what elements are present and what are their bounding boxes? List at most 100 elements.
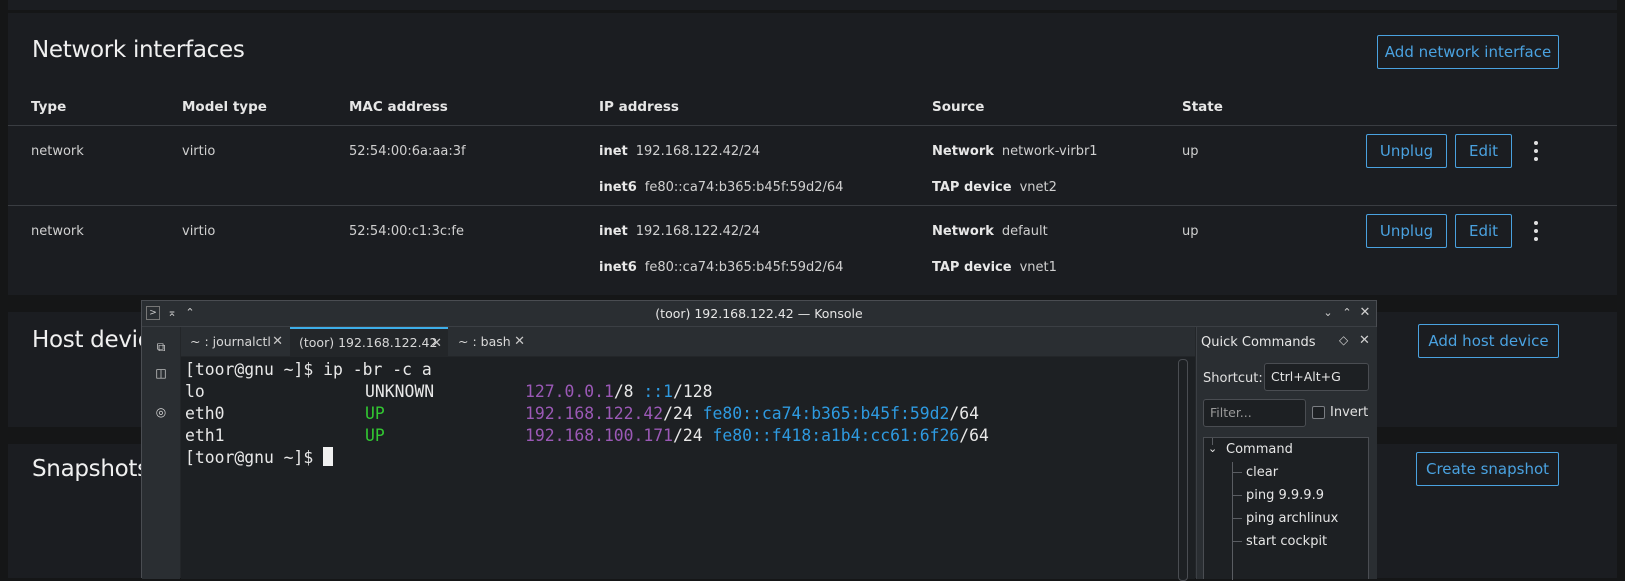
close-icon[interactable]: ✕ [1357,305,1373,321]
iface-state: UP [365,404,385,423]
invert-label: Invert [1330,405,1369,420]
tree-item-command[interactable]: ping 9.9.9.9 [1246,488,1324,503]
chevron-down-icon[interactable]: ⌄ [1208,442,1217,455]
filter-input[interactable]: Filter... [1203,399,1306,427]
source-value: default [1001,224,1048,239]
create-snapshot-button[interactable]: Create snapshot [1416,452,1559,486]
new-tab-icon[interactable]: ⧉ [153,339,169,355]
tap-label: TAP device [932,260,1012,275]
terminal-command-line: [toor@gnu ~]$ ip -br -c a [185,359,432,381]
quick-commands-panel: Quick Commands ◇ ✕ Shortcut: Ctrl+Alt+G … [1196,327,1377,580]
iface-name: eth1 [185,426,225,445]
column-header-source: Source [932,99,985,115]
inet6-value: fe80::ca74:b365:b45f:59d2/64 [644,260,844,275]
cell-model: virtio [182,224,216,239]
inet-label: inet [599,224,628,239]
ipv6: fe80::f418:a1b4:cc61:6f26 [712,426,960,445]
cell-source: Network network-virbr1 [932,144,1098,159]
inet-value: 192.168.122.42/24 [635,224,761,239]
split-view-icon[interactable]: ◫ [153,365,169,381]
cell-tap: TAP device vnet1 [932,260,1057,275]
iface-state: UP [365,426,385,445]
ipv4: 192.168.122.42 [525,404,664,423]
close-icon[interactable]: ✕ [272,334,283,349]
iface-name: lo [185,382,205,401]
close-icon[interactable]: ✕ [431,336,442,351]
tree-connector [1232,541,1242,542]
column-header-state: State [1182,99,1223,115]
cell-inet: inet 192.168.122.42/24 [599,144,760,159]
tab-label: ~ : bash [458,334,511,349]
tab-toor-ssh[interactable]: (toor) 192.168.122.42 ✕ [290,327,448,356]
column-header-type: Type [31,99,67,115]
cell-inet: inet 192.168.122.42/24 [599,224,760,239]
konsole-sidebar: ⧉ ◫ ◎ [142,327,180,579]
konsole-titlebar[interactable]: > ⌅ ⌃ (toor) 192.168.122.42 — Konsole ⌄ … [142,301,1376,327]
terminal-scrollbar[interactable] [1178,359,1188,581]
tree-item-command[interactable]: start cockpit [1246,534,1327,549]
kebab-menu-icon[interactable] [1533,141,1539,161]
terminal-output[interactable]: [toor@gnu ~]$ ip -br -c a lo UNKNOWN 127.0… [181,357,1195,579]
source-label: Network [932,224,994,239]
cell-tap: TAP device vnet2 [932,180,1057,195]
host-devices-title: Host devic [32,327,151,353]
tree-item-command[interactable]: clear [1246,465,1278,480]
cell-inet6: inet6 fe80::ca74:b365:b45f:59d2/64 [599,180,843,195]
network-interfaces-card: Network interfaces Add network interface… [8,13,1617,295]
invert-checkbox[interactable] [1312,406,1325,419]
tree-group-command[interactable]: Command [1226,442,1293,457]
terminal-prompt-line: [toor@gnu ~]$ [185,447,334,469]
cell-state: up [1182,144,1199,159]
ipv4: 192.168.100.171 [525,426,674,445]
shortcut-field[interactable]: Ctrl+Alt+G [1264,363,1369,391]
column-header-mac-address: MAC address [349,99,448,115]
ssh-manager-icon[interactable]: ◎ [153,404,169,420]
tab-label: (toor) 192.168.122.42 [299,335,438,350]
snapshots-title: Snapshots [32,456,149,482]
source-label: Network [932,144,994,159]
iface-state: UNKNOWN [365,382,435,401]
add-host-device-button[interactable]: Add host device [1418,324,1559,358]
source-value: network-virbr1 [1001,144,1098,159]
tree-connector [1232,472,1242,473]
unplug-button[interactable]: Unplug [1366,134,1447,168]
tab-journalctl[interactable]: ~ : journalctl ✕ [181,327,289,356]
cell-type: network [31,144,84,159]
ipv6: ::1 [643,382,674,401]
tap-value: vnet1 [1019,260,1057,275]
edit-button[interactable]: Edit [1455,134,1512,168]
float-panel-icon[interactable]: ◇ [1339,333,1348,347]
cell-inet6: inet6 fe80::ca74:b365:b45f:59d2/64 [599,260,843,275]
ipv6: fe80::ca74:b365:b45f:59d2 [702,404,950,423]
cell-mac: 52:54:00:6a:aa:3f [349,144,466,159]
tree-item-command[interactable]: ping archlinux [1246,511,1338,526]
command: ip -br -c a [323,360,432,379]
iface-name: eth0 [185,404,225,423]
inet-value: 192.168.122.42/24 [635,144,761,159]
close-icon[interactable]: ✕ [514,334,525,349]
tab-label: ~ : journalctl [190,334,271,349]
terminal-cursor [323,447,334,466]
column-header-model-type: Model type [182,99,267,115]
add-network-interface-button[interactable]: Add network interface [1377,35,1559,69]
prompt: [toor@gnu ~]$ [185,360,324,379]
minimize-icon[interactable]: ⌄ [1320,305,1336,321]
cell-state: up [1182,224,1199,239]
command-tree: ⌄ Command clear ping 9.9.9.9 ping archli… [1203,437,1369,580]
ipv4-prefix: /24 [673,426,713,445]
tree-connector [1232,518,1242,519]
ipv4-prefix: /8 [613,382,644,401]
inet6-value: fe80::ca74:b365:b45f:59d2/64 [644,180,844,195]
kebab-menu-icon[interactable] [1533,221,1539,241]
cell-type: network [31,224,84,239]
quick-commands-title: Quick Commands [1201,335,1316,350]
edit-button[interactable]: Edit [1455,214,1512,248]
close-icon[interactable]: ✕ [1359,333,1370,348]
network-interfaces-title: Network interfaces [32,37,245,63]
top-card-remnant [8,0,1617,10]
tab-bash[interactable]: ~ : bash ✕ [449,327,531,356]
maximize-icon[interactable]: ⌃ [1339,305,1355,321]
ipv6-prefix: /64 [949,404,979,423]
unplug-button[interactable]: Unplug [1366,214,1447,248]
tree-connector [1232,462,1233,580]
